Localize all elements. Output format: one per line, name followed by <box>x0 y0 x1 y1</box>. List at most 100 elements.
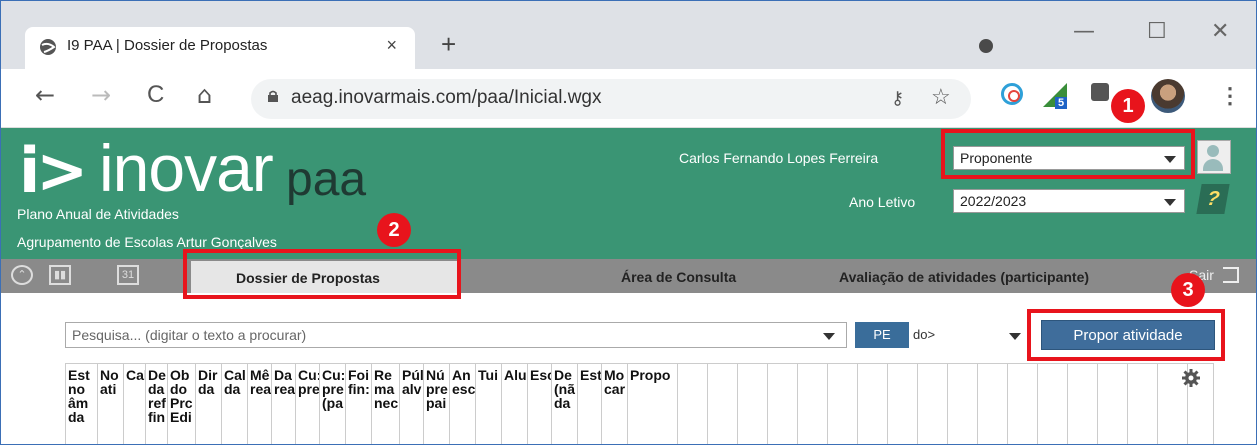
column-header[interactable]: Ob do Prc Edi <box>168 364 196 444</box>
column-header[interactable]: Dir da <box>196 364 222 444</box>
pe-select-value: do> <box>913 327 936 342</box>
column-header[interactable]: Esc <box>528 364 552 444</box>
proposals-grid: Est no âm da No ati Cal De da ref fin Ob do … <box>65 363 1214 444</box>
column-header-label: Cu: pre <box>298 367 320 397</box>
help-book-icon[interactable]: ? <box>1196 184 1230 214</box>
column-header[interactable]: Nú pre pai <box>424 364 450 444</box>
puzzle-icon[interactable] <box>1091 83 1109 101</box>
column-header[interactable]: Re ma nec <box>372 364 400 444</box>
column-header[interactable]: Cal <box>124 364 146 444</box>
column-header[interactable]: Mo car <box>602 364 628 444</box>
new-tab-button[interactable]: + <box>441 29 456 60</box>
column-header <box>678 364 708 444</box>
column-header-label: Est <box>580 367 602 383</box>
menu-kebab-icon[interactable]: ⋮ <box>1219 83 1241 109</box>
minimize-button[interactable]: — <box>1073 19 1095 44</box>
user-profile-icon[interactable] <box>1197 140 1231 174</box>
logo-mark: i> <box>19 134 88 207</box>
column-header[interactable]: Est no âm da <box>66 364 98 444</box>
column-header-label: De (nã da <box>554 367 575 411</box>
browser-window: I9 PAA | Dossier de Propostas × + — ☐ ✕ … <box>0 0 1257 445</box>
column-header <box>978 364 1008 444</box>
lock-icon <box>268 90 278 102</box>
home-button[interactable]: ⌂ <box>197 81 212 109</box>
column-header-label: Da rea <box>274 367 296 397</box>
column-header-label: Alu <box>504 367 527 383</box>
column-header-label: Foi fin: <box>348 367 370 397</box>
column-header[interactable]: No ati <box>98 364 124 444</box>
column-header <box>1098 364 1128 444</box>
column-header <box>1068 364 1098 444</box>
tab-close-icon[interactable]: × <box>386 35 397 56</box>
column-header <box>798 364 828 444</box>
bookmark-star-icon[interactable]: ☆ <box>931 84 951 110</box>
globe-icon <box>40 39 56 55</box>
column-header-label: Propo <box>630 367 671 383</box>
column-header <box>768 364 798 444</box>
search-input[interactable]: Pesquisa... (digitar o texto a procurar) <box>65 322 847 348</box>
app-subtitle: Plano Anual de Atividades <box>17 206 179 222</box>
pe-select[interactable]: do> <box>909 322 1029 348</box>
tab-title: I9 PAA | Dossier de Propostas <box>67 37 268 54</box>
column-header-label: No ati <box>100 367 119 397</box>
profile-avatar[interactable] <box>1151 79 1185 113</box>
search-dropdown-icon[interactable] <box>823 333 835 340</box>
column-header[interactable]: Mê rea <box>248 364 272 444</box>
column-header-label: Esc <box>530 367 551 383</box>
year-select-value: 2022/2023 <box>960 193 1027 209</box>
column-header[interactable]: Da rea <box>272 364 296 444</box>
collapse-icon[interactable]: ⌃ <box>11 265 33 285</box>
column-header-label: Púl alv <box>402 367 424 397</box>
logout-icon[interactable] <box>1223 267 1239 283</box>
tab-avaliacao-atividades[interactable]: Avaliação de atividades (participante) <box>839 269 1181 285</box>
column-header <box>1038 364 1068 444</box>
column-header[interactable]: An esc <box>450 364 476 444</box>
column-header-label: Mo car <box>604 367 626 397</box>
extension-badge: 5 <box>1055 97 1068 109</box>
tab-search-icon[interactable] <box>979 39 993 53</box>
year-select[interactable]: 2022/2023 <box>953 189 1185 213</box>
year-label: Ano Letivo <box>849 194 916 210</box>
column-header-label: Dir da <box>198 367 218 397</box>
maximize-button[interactable]: ☐ <box>1147 19 1167 44</box>
callout-number-2: 2 <box>377 213 411 247</box>
chart-user-icon[interactable]: ▮▮ <box>49 265 71 285</box>
column-header-label: Ob do Prc Edi <box>170 367 193 425</box>
column-header <box>708 364 738 444</box>
key-icon[interactable]: ⚷ <box>891 88 904 109</box>
column-header <box>918 364 948 444</box>
forward-button[interactable]: → <box>91 81 111 109</box>
address-bar[interactable]: aeag.inovarmais.com/paa/Inicial.wgx ⚷ ☆ <box>251 79 971 119</box>
browser-tab[interactable]: I9 PAA | Dossier de Propostas × <box>25 27 415 69</box>
calendar-icon[interactable]: 31 <box>117 265 139 285</box>
column-header[interactable]: Tui <box>476 364 502 444</box>
logo-paa: paa <box>286 153 367 206</box>
column-header[interactable]: Alu <box>502 364 528 444</box>
reload-button[interactable]: C <box>147 81 164 109</box>
column-header[interactable]: Cal da <box>222 364 248 444</box>
column-header-label: Nú pre pai <box>426 367 448 411</box>
column-header[interactable]: De da ref fin <box>146 364 168 444</box>
chevron-down-icon <box>1164 199 1176 206</box>
extension-ring-icon[interactable] <box>1001 83 1023 105</box>
column-header[interactable]: Foi fin: <box>346 364 372 444</box>
column-header[interactable]: Púl alv <box>400 364 424 444</box>
callout-box-dossier <box>183 249 461 299</box>
column-header-label: Mê rea <box>250 367 272 397</box>
column-header-label: De da ref fin <box>148 367 166 425</box>
column-header <box>858 364 888 444</box>
column-header[interactable]: Cu: pre <box>296 364 320 444</box>
gear-icon[interactable] <box>1182 369 1200 387</box>
column-header[interactable]: Cu: pre (pa <box>320 364 346 444</box>
school-name: Agrupamento de Escolas Artur Gonçalves <box>17 234 277 250</box>
column-header[interactable]: De (nã da <box>552 364 578 444</box>
column-header <box>738 364 768 444</box>
column-header[interactable]: Propo <box>628 364 678 444</box>
pe-button[interactable]: PE <box>855 322 909 348</box>
chevron-down-icon <box>1009 333 1021 340</box>
back-button[interactable]: ← <box>35 81 55 109</box>
tab-area-consulta[interactable]: Área de Consulta <box>621 269 736 285</box>
logo-text: inovar <box>99 131 274 205</box>
column-header[interactable]: Est <box>578 364 602 444</box>
close-window-button[interactable]: ✕ <box>1211 19 1229 44</box>
